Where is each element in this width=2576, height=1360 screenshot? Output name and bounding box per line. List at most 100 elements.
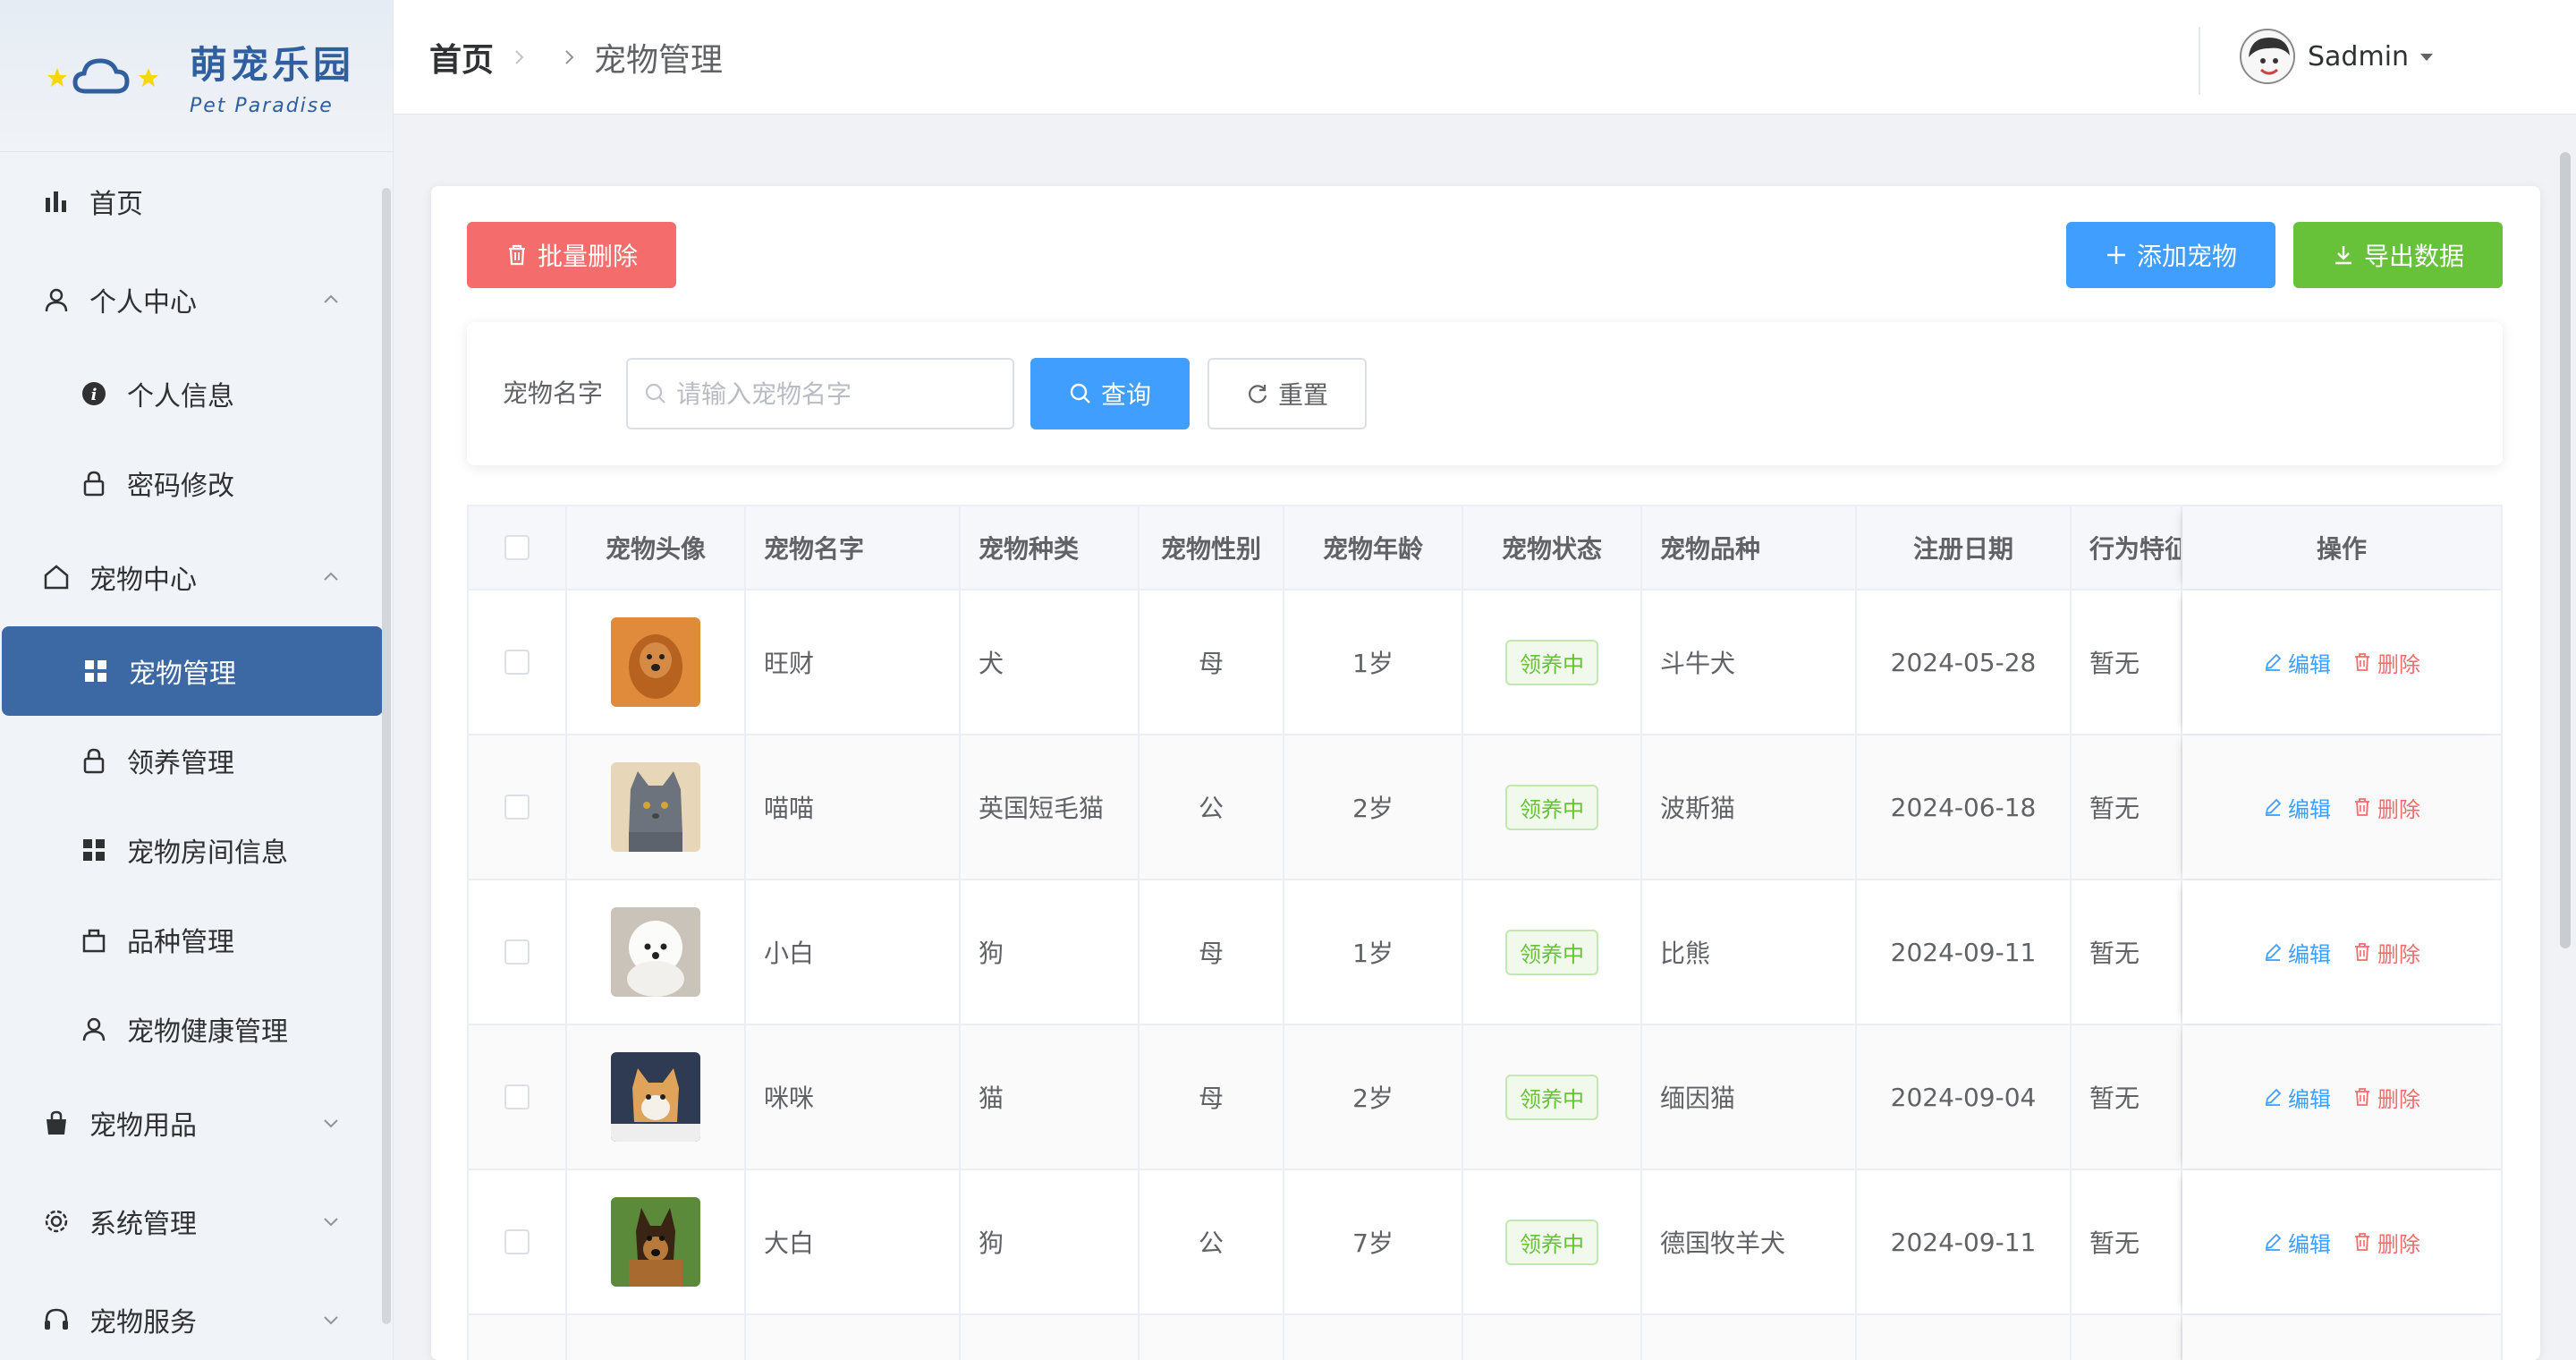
header: 首页 宠物管理 Sadmin bbox=[394, 0, 2576, 115]
table-row: 大白 狗 公 7岁 领养中 德国牧羊犬 2024-09-11 暂无 编辑 删除 bbox=[469, 1170, 2501, 1315]
select-all-checkbox[interactable] bbox=[504, 535, 530, 560]
svg-text:i: i bbox=[91, 386, 97, 404]
column-header: 宠物头像 bbox=[567, 506, 746, 589]
sidebar-item-system[interactable]: 系统管理 bbox=[0, 1172, 383, 1271]
trash-icon bbox=[2355, 653, 2369, 671]
sidebar-item-pet-health[interactable]: 宠物健康管理 bbox=[0, 984, 383, 1074]
table-header: 宠物头像 宠物名字 宠物种类 宠物性别 宠物年龄 宠物状态 宠物品种 注册日期 … bbox=[469, 506, 2501, 591]
row-checkbox[interactable] bbox=[504, 1084, 530, 1109]
row-checkbox[interactable] bbox=[504, 939, 530, 965]
chevron-right-icon bbox=[515, 49, 524, 64]
info-icon: i bbox=[79, 378, 109, 409]
app-subtitle: Pet Paradise bbox=[190, 94, 334, 117]
sidebar-menu: 首页 个人中心 i 个人信息 密码修改 宠物中心 宠物管理 领养管理 宠物房间信… bbox=[0, 152, 383, 1360]
trash-icon bbox=[2355, 1088, 2369, 1106]
pet-name: 咪咪 bbox=[746, 1025, 961, 1169]
pet-age: 1岁 bbox=[1284, 880, 1463, 1024]
pet-age: 7岁 bbox=[1284, 1170, 1463, 1313]
sidebar-item-pet-management[interactable]: 宠物管理 bbox=[2, 626, 383, 716]
refresh-icon bbox=[1249, 385, 1267, 404]
page-scrollbar[interactable] bbox=[2560, 152, 2571, 948]
delete-button[interactable]: 删除 bbox=[2352, 792, 2420, 823]
status-badge: 领养中 bbox=[1505, 929, 1598, 975]
pet-age: 1岁 bbox=[1284, 591, 1463, 734]
search-input[interactable] bbox=[676, 378, 998, 409]
sidebar-scrollbar[interactable] bbox=[382, 188, 391, 1324]
edit-button[interactable]: 编辑 bbox=[2263, 1082, 2331, 1113]
batch-delete-button[interactable]: 批量删除 bbox=[467, 222, 676, 288]
sidebar: 萌宠乐园 Pet Paradise 首页 个人中心 i 个人信息 密码修改 宠物… bbox=[0, 0, 394, 1360]
pet-avatar-cat bbox=[611, 762, 700, 852]
column-header: 行为特征 bbox=[2072, 506, 2182, 589]
search-panel: 宠物名字 查询 重置 bbox=[467, 322, 2503, 465]
edit-button[interactable]: 编辑 bbox=[2263, 937, 2331, 968]
delete-button[interactable]: 删除 bbox=[2352, 937, 2420, 968]
chevron-right-icon bbox=[565, 49, 574, 64]
sidebar-item-label: 宠物健康管理 bbox=[127, 1016, 288, 1048]
sidebar-item-label: 个人中心 bbox=[89, 287, 197, 319]
pet-type: 英国短毛猫 bbox=[961, 735, 1140, 879]
header-select-all[interactable] bbox=[469, 506, 567, 589]
sidebar-item-label: 系统管理 bbox=[89, 1209, 197, 1240]
lock-icon bbox=[79, 468, 109, 498]
column-header: 宠物品种 bbox=[1642, 506, 1857, 589]
grid-icon bbox=[79, 835, 109, 865]
pet-age: 2岁 bbox=[1284, 1025, 1463, 1169]
search-field[interactable] bbox=[626, 358, 1014, 429]
row-checkbox[interactable] bbox=[504, 795, 530, 820]
breadcrumb-home[interactable]: 首页 bbox=[429, 34, 494, 81]
status-badge: 领养中 bbox=[1505, 1074, 1598, 1120]
add-pet-label: 添加宠物 bbox=[2136, 242, 2237, 271]
pet-name: 喵喵 bbox=[746, 735, 961, 879]
user-menu[interactable]: Sadmin bbox=[2240, 29, 2436, 84]
export-button[interactable]: 导出数据 bbox=[2293, 222, 2503, 288]
sidebar-item-password[interactable]: 密码修改 bbox=[0, 438, 383, 528]
sidebar-item-label: 品种管理 bbox=[127, 927, 234, 958]
table-row: 旺财 犬 母 1岁 领养中 斗牛犬 2024-05-28 暂无 编辑 删除 bbox=[469, 591, 2501, 735]
row-checkbox[interactable] bbox=[504, 1229, 530, 1254]
pet-avatar-dog bbox=[611, 1197, 700, 1287]
delete-label: 删除 bbox=[2377, 651, 2420, 677]
edit-label: 编辑 bbox=[2288, 941, 2331, 967]
delete-button[interactable]: 删除 bbox=[2352, 1082, 2420, 1113]
edit-button[interactable]: 编辑 bbox=[2263, 647, 2331, 678]
user-icon bbox=[79, 1014, 109, 1044]
delete-button[interactable]: 删除 bbox=[2352, 647, 2420, 678]
sidebar-item-personal-center[interactable]: 个人中心 bbox=[0, 251, 383, 349]
sidebar-item-pet-center[interactable]: 宠物中心 bbox=[0, 528, 383, 626]
pet-breed: 缅因猫 bbox=[1642, 1025, 1857, 1169]
status-badge: 领养中 bbox=[1505, 639, 1598, 685]
pet-gender: 公 bbox=[1140, 735, 1284, 879]
edit-button[interactable]: 编辑 bbox=[2263, 1227, 2331, 1258]
header-divider bbox=[2199, 27, 2200, 95]
pet-gender: 母 bbox=[1140, 1025, 1284, 1169]
sidebar-item-breeds[interactable]: 品种管理 bbox=[0, 895, 383, 984]
search-icon bbox=[1070, 383, 1090, 404]
status-badge: 领养中 bbox=[1505, 1219, 1598, 1265]
sidebar-item-home[interactable]: 首页 bbox=[0, 152, 383, 251]
sidebar-item-pet-services[interactable]: 宠物服务 bbox=[0, 1271, 383, 1360]
pet-gender: 母 bbox=[1140, 591, 1284, 734]
pet-gender: 公 bbox=[1140, 1170, 1284, 1313]
query-button[interactable]: 查询 bbox=[1030, 358, 1190, 429]
behavior: 暂无 bbox=[2072, 735, 2182, 879]
sidebar-item-pet-rooms[interactable]: 宠物房间信息 bbox=[0, 805, 383, 895]
delete-button[interactable]: 删除 bbox=[2352, 1227, 2420, 1258]
reset-label: 重置 bbox=[1277, 380, 1328, 410]
table-row: 喵喵 英国短毛猫 公 2岁 领养中 波斯猫 2024-06-18 暂无 编辑 删… bbox=[469, 735, 2501, 880]
chevron-up-icon bbox=[324, 572, 338, 581]
pet-type: 犬 bbox=[961, 591, 1140, 734]
sidebar-item-adoption[interactable]: 领养管理 bbox=[0, 716, 383, 805]
column-header: 宠物种类 bbox=[961, 506, 1140, 589]
table-row bbox=[469, 1315, 2501, 1360]
reset-button[interactable]: 重置 bbox=[1208, 358, 1367, 429]
sidebar-item-pet-supplies[interactable]: 宠物用品 bbox=[0, 1074, 383, 1172]
add-pet-button[interactable]: 添加宠物 bbox=[2066, 222, 2275, 288]
row-checkbox[interactable] bbox=[504, 650, 530, 675]
pet-breed: 斗牛犬 bbox=[1642, 591, 1857, 734]
edit-button[interactable]: 编辑 bbox=[2263, 792, 2331, 823]
column-header: 宠物名字 bbox=[746, 506, 961, 589]
edit-icon bbox=[2265, 653, 2282, 671]
sidebar-item-personal-info[interactable]: i 个人信息 bbox=[0, 349, 383, 438]
pet-name: 小白 bbox=[746, 880, 961, 1024]
